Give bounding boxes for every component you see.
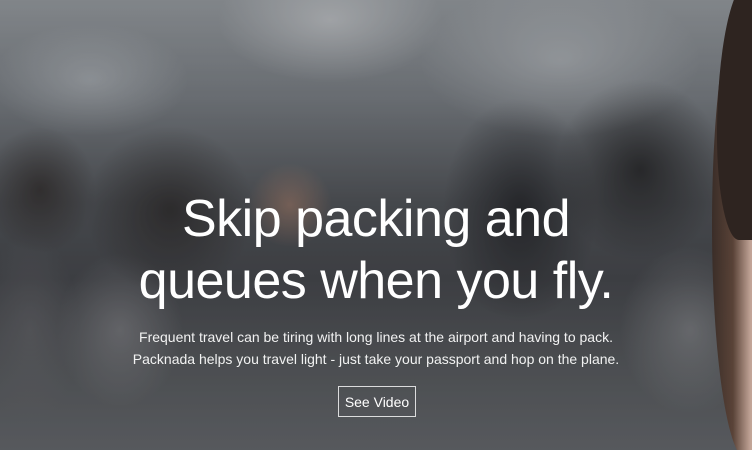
hero-headline-line-2: queues when you fly. [138, 252, 614, 310]
hero-subtext-line-2: Packnada helps you travel light - just t… [132, 351, 620, 367]
hero-section: Skip packing and queues when you fly. Fr… [0, 0, 752, 450]
hero-headline-line-1: Skip packing and [181, 190, 571, 248]
hero-subtext: Frequent travel can be tiring with long … [0, 326, 752, 370]
hero-subtext-line-1: Frequent travel can be tiring with long … [139, 329, 613, 345]
see-video-button[interactable]: See Video [338, 386, 416, 417]
hero-headline: Skip packing and queues when you fly. [0, 188, 752, 312]
hero-content: Skip packing and queues when you fly. Fr… [0, 0, 752, 450]
